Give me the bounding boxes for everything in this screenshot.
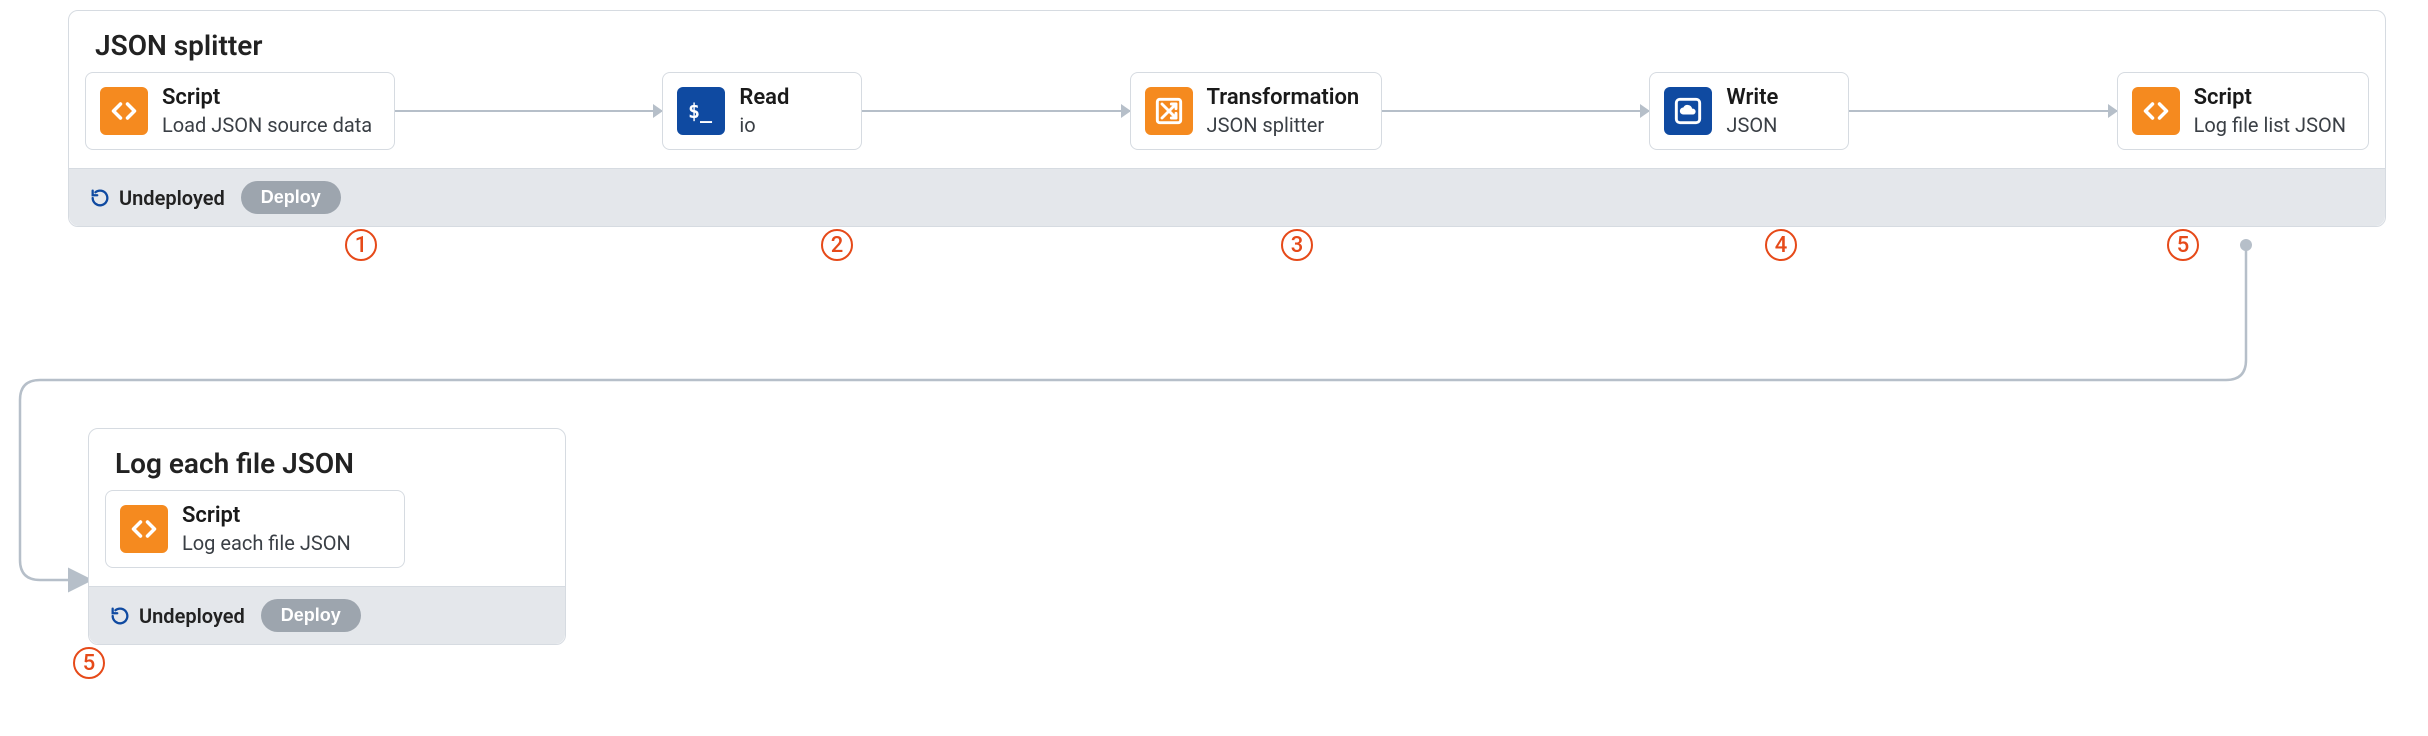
callout-5: 5 <box>2167 229 2199 261</box>
node-subtitle: Load JSON source data <box>162 113 372 137</box>
code-icon <box>120 505 168 553</box>
node-subtitle: io <box>739 113 789 137</box>
node-title: Read <box>739 85 789 111</box>
svg-text:$_: $_ <box>688 99 713 123</box>
node-title: Script <box>162 85 372 111</box>
cloud-icon <box>1664 87 1712 135</box>
deploy-button[interactable]: Deploy <box>241 181 341 214</box>
code-icon <box>2132 87 2180 135</box>
node-read-io[interactable]: $_ Read io <box>662 72 862 150</box>
callout-5b: 5 <box>73 647 105 679</box>
pipeline-card-log-each-file[interactable]: Log each file JSON Script Log each file … <box>88 428 566 645</box>
pipeline-footer: Undeployed Deploy <box>89 586 565 644</box>
node-title: Write <box>1726 85 1778 111</box>
node-transformation[interactable]: Transformation JSON splitter <box>1130 72 1383 150</box>
code-icon <box>100 87 148 135</box>
undeploy-icon <box>109 605 131 627</box>
node-title: Script <box>182 503 351 529</box>
undeploy-icon <box>89 187 111 209</box>
pipeline-title: Log each file JSON <box>89 429 565 490</box>
status-text: Undeployed <box>119 186 225 210</box>
node-subtitle: Log each file JSON <box>182 531 351 555</box>
pipeline-footer: Undeployed Deploy <box>69 168 2385 226</box>
node-title: Transformation <box>1207 85 1360 111</box>
callout-3: 3 <box>1281 229 1313 261</box>
callout-4: 4 <box>1765 229 1797 261</box>
arrow-icon <box>1848 110 2117 112</box>
deploy-status: Undeployed <box>89 186 225 210</box>
pipeline-card-json-splitter[interactable]: JSON splitter Script Load JSON source da… <box>68 10 2386 227</box>
callout-2: 2 <box>821 229 853 261</box>
callout-1: 1 <box>345 229 377 261</box>
arrow-icon <box>1381 110 1650 112</box>
node-script-log-file-list[interactable]: Script Log file list JSON <box>2117 72 2369 150</box>
node-subtitle: JSON splitter <box>1207 113 1360 137</box>
node-script-load[interactable]: Script Load JSON source data <box>85 72 395 150</box>
node-script-log-each[interactable]: Script Log each file JSON <box>105 490 405 568</box>
deploy-status: Undeployed <box>109 604 245 628</box>
arrow-icon <box>394 110 663 112</box>
pipeline1-nodes-row: Script Load JSON source data $_ Read io <box>69 72 2385 168</box>
node-write-json[interactable]: Write JSON <box>1649 72 1849 150</box>
shuffle-icon <box>1145 87 1193 135</box>
pipeline-title: JSON splitter <box>69 11 2385 72</box>
arrow-icon <box>861 110 1130 112</box>
deploy-button[interactable]: Deploy <box>261 599 361 632</box>
terminal-icon: $_ <box>677 87 725 135</box>
pipeline2-nodes-row: Script Log each file JSON <box>89 490 565 586</box>
node-title: Script <box>2194 85 2346 111</box>
node-subtitle: JSON <box>1726 113 1778 137</box>
node-subtitle: Log file list JSON <box>2194 113 2346 137</box>
status-text: Undeployed <box>139 604 245 628</box>
